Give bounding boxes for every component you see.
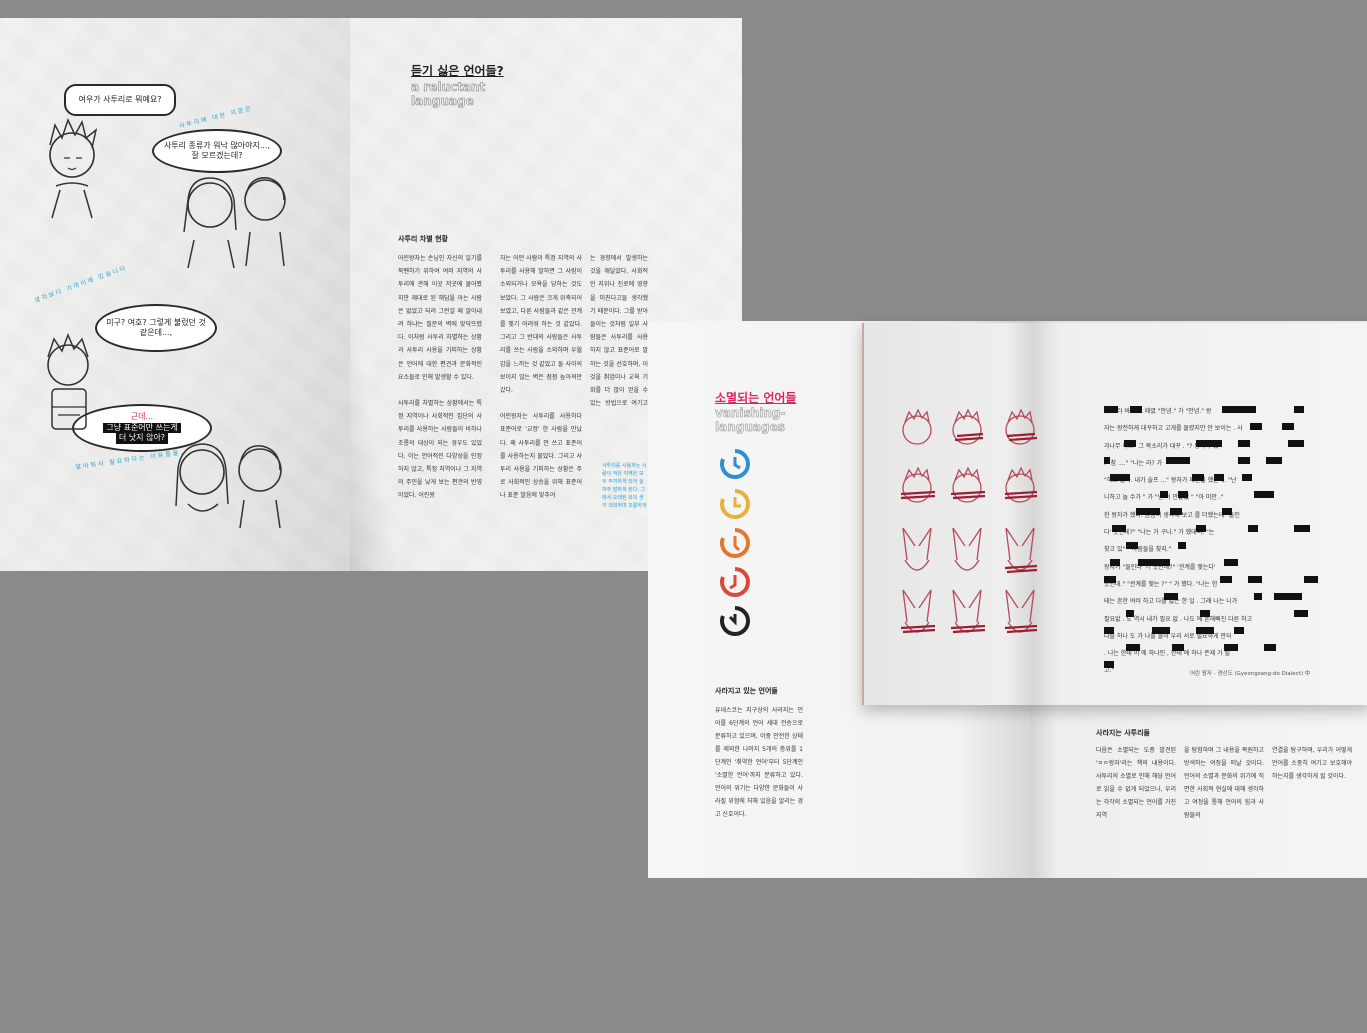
dialects-column-3: 연결을 탐구하며, 우리가 어떻게 언어를 소중히 여기고 보호해야 하는지를 … (1272, 747, 1352, 780)
column-3-paragraph-1: 는 경향에서 발생하는 것을 깨달았다. 사회적인 지위나 진로에 영향을 미친… (590, 255, 648, 408)
column-1-paragraph-1: 어린왕자는 손님인 자신의 일기를 북펜하기 위하여 여러 지역의 사투리에 관… (398, 255, 482, 381)
article-subtitle-2: vanishing-languages (715, 406, 786, 435)
character-girl-boy-figure-4 (175, 443, 282, 529)
column-2-paragraph-1: 자는 어떤 사람이 특정 지역의 사투리를 사용해 말하면 그 사람이 소외되거… (500, 255, 582, 395)
section-heading-dialect-discrimination: 사투리 차별 현황 (398, 235, 448, 243)
clock-yellow-icon (720, 489, 750, 519)
article-subtitle-1: a reluctant language (411, 80, 486, 109)
side-note-blue: 사투리를 사용하는 사람이 적은 지역은 모두 주저하게 되어 실 자주 말하게… (602, 463, 647, 509)
section-heading-disappearing-dialects: 사라지는 사투리들 (1096, 729, 1150, 737)
dialects-column-1: 다음은 소멸되는 도중 발견된 'ㅇㅇ왕자'라는 책의 내용이다. 사투리의 소… (1096, 747, 1176, 819)
disappearing-languages-body: 유네스코는 지구상의 사라지는 언어를 6단계의 언어 세대 전승으로 분류하고… (715, 707, 803, 818)
section-heading-disappearing-languages: 사라지고 있는 언어들 (715, 687, 778, 695)
article-column-2: 자는 어떤 사람이 특정 지역의 사투리를 사용해 말하면 그 사람이 소외되거… (500, 252, 582, 503)
redaction-bars (1104, 406, 1318, 668)
booklet-caption: 어린 왕자 - 경상도 (Gyeongsang-do Dialect) 中 (1190, 671, 1311, 677)
character-boy-figure-3 (47, 332, 89, 430)
dialects-column-2: 을 탐험하며 그 내용을 복원하고 방색하는 여정을 떠날 것이다. 언어의 소… (1184, 747, 1264, 819)
crossed-out-faces-grid (900, 408, 1038, 634)
article-title-2: 소멸되는 언어들 (715, 391, 797, 405)
column-2-paragraph-2: 어린왕자는 사투리를 사용하다 표준어로 '교정' 한 사람을 만났다. 왜 사… (500, 413, 582, 500)
clock-black-icon (720, 606, 750, 636)
clock-blue-icon (720, 449, 750, 479)
article-title-1: 듣기 싫은 언어들? (411, 64, 504, 78)
bubble-4-red-text: 근데... (130, 412, 154, 422)
character-boy-figure-1 (49, 117, 98, 219)
article-column-3: 는 경향에서 발생하는 것을 깨달았다. 사회적인 지위나 진로에 영향을 미친… (590, 252, 648, 412)
column-1-paragraph-2: 사투리를 차별하는 상황에서는 특정 지역이나 사회적인 집단의 사투리를 사용… (398, 400, 482, 500)
character-girl-boy-figure-2 (183, 177, 286, 269)
article-column-1: 어린왕자는 손님인 자신의 일기를 북펜하기 위하여 여러 지역의 사투리에 관… (398, 252, 482, 503)
speech-bubble-3: 미구? 여호? 그렇게 불렀던 것 같은데..., (95, 304, 217, 352)
clock-orange-icon (720, 528, 750, 558)
clock-red-icon (720, 567, 750, 597)
